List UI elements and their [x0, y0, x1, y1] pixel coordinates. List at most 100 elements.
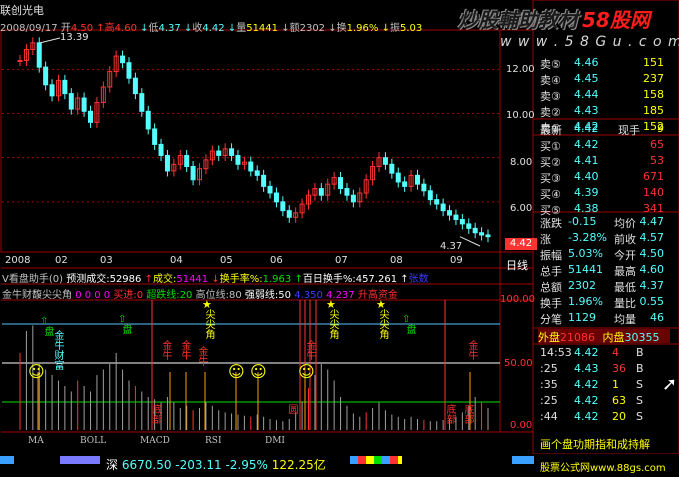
candle-body — [338, 177, 344, 190]
bottom-site-text: 股票公式网www.88gs.com — [540, 463, 666, 474]
candle-body — [81, 97, 87, 112]
amount-value: 2302 — [299, 23, 326, 34]
tick-vol: 4 — [612, 346, 619, 359]
buy-row: 买② 4.41 53 — [538, 153, 670, 169]
date: 2008/09/17 — [0, 23, 58, 34]
last-price: 4.42 — [574, 122, 599, 135]
tick-vol: 63 — [612, 394, 626, 407]
buy-volume: 65 — [650, 138, 664, 151]
candle-body — [36, 42, 42, 68]
candle-body — [427, 190, 433, 201]
tick-price: 4.43 — [574, 362, 599, 375]
candle-body — [68, 93, 74, 110]
stat-value: -0.15 — [568, 215, 597, 228]
stat-value: 1.96% — [568, 295, 603, 308]
x-tick: 07 — [335, 255, 348, 266]
period-label[interactable]: 日线 — [506, 257, 528, 273]
candle-body — [402, 181, 408, 187]
y-tick-6: 6.00 — [510, 203, 533, 214]
now-hand-label: 现手 — [618, 124, 640, 137]
candle-body — [485, 234, 491, 238]
x-tick: 08 — [390, 255, 403, 266]
tick-time: :25 — [540, 362, 558, 375]
sell-price: 4.44 — [574, 88, 599, 101]
candle-body — [190, 166, 196, 181]
sell-row: 卖② 4.43 185 — [538, 103, 670, 119]
sell-row: 卖④ 4.45 237 — [538, 71, 670, 87]
indicator1-header: V看盘助手(0) 预测成交:52986 ↑成交:51441 ↓换手率%:1.96… — [2, 274, 429, 285]
indicator2-header: 金牛财馥尖尖角 0 0 0 0 买进:0 超跌线:20 高位线:80 强弱线:5… — [2, 290, 398, 301]
candle-body — [62, 79, 68, 95]
sell-price: 4.43 — [574, 104, 599, 117]
tab-dmi[interactable]: DMI — [265, 436, 285, 450]
stat-row: 涨跌 -0.15 均价 4.47 — [538, 214, 670, 230]
price-panel-frame — [0, 29, 534, 253]
stat-value: 51441 — [568, 263, 603, 276]
candle-body — [184, 154, 190, 167]
stat-label: 今开 — [614, 249, 636, 262]
sell-volume: 151 — [643, 56, 664, 69]
candle-body — [164, 154, 170, 172]
tick-price: 4.42 — [574, 394, 599, 407]
stat-label: 前收 — [614, 233, 636, 246]
high-value: 4.60 — [114, 23, 137, 34]
buy-level-label: 买① — [540, 140, 561, 153]
now-hand-value: 9 — [657, 122, 664, 135]
sell-level-label: 卖④ — [540, 74, 561, 87]
fortune-label: 金牛财富 — [52, 330, 63, 370]
index-change: -203.11 — [175, 458, 222, 472]
candle-body — [318, 188, 324, 196]
buy-row: 买③ 4.40 671 — [538, 169, 670, 185]
volume-value: 51441 — [246, 23, 279, 34]
x-tick: 05 — [220, 255, 233, 266]
x-tick: 2008 — [5, 255, 31, 266]
candle-body — [17, 60, 23, 62]
tab-ma[interactable]: MA — [28, 436, 44, 450]
candle-body — [158, 143, 164, 156]
tab-macd[interactable]: MACD — [140, 436, 170, 450]
candle-body — [152, 128, 158, 145]
sell-price: 4.45 — [574, 72, 599, 85]
bottom-corner-text: 画个盘功期指和成持解 — [540, 438, 650, 451]
stat-value: 4.47 — [639, 215, 665, 228]
buy-volume: 671 — [643, 170, 664, 183]
smiley-icon: ☺ — [298, 362, 315, 381]
sell-level-label: 卖⑤ — [540, 58, 561, 71]
y-tick-8: 8.00 — [510, 157, 533, 168]
status-indicator-strip — [350, 456, 402, 464]
status-block-left — [0, 456, 14, 464]
amplitude-value: 5.03 — [399, 23, 423, 34]
x-tick: 09 — [450, 255, 463, 266]
stat-value: 0.55 — [639, 295, 665, 308]
tick-vol: 1 — [612, 378, 619, 391]
stat-value: 46 — [650, 311, 664, 324]
tab-boll[interactable]: BOLL — [80, 436, 106, 450]
gold-signal-label: 金牛 — [196, 346, 207, 366]
buy-row: 买④ 4.39 140 — [538, 185, 670, 201]
buy-level-label: 买② — [540, 156, 561, 169]
outer-inner-bar: 外盘21086 内盘30355 — [538, 329, 670, 344]
candle-body — [229, 148, 235, 156]
stat-value: 4.37 — [639, 279, 665, 292]
plate-signal-label: 盘 — [120, 324, 131, 334]
candle-body — [479, 232, 485, 236]
watermark-brand: 58股网 — [582, 8, 650, 32]
stat-row: 总额 2302 最低 4.37 — [538, 278, 670, 294]
star-signal-label: 尖尖角 — [327, 309, 338, 339]
tab-rsi[interactable]: RSI — [205, 436, 222, 450]
candle-body — [434, 199, 440, 205]
tick-side: S — [636, 410, 643, 423]
buy-price: 4.40 — [574, 170, 599, 183]
candle-body — [49, 84, 55, 97]
stat-row: 振幅 5.03% 今开 4.50 — [538, 246, 670, 262]
stat-row: 分笔 1129 均量 46 — [538, 310, 670, 326]
ind-y-50: 50.00 — [504, 358, 533, 369]
candle-body — [447, 210, 453, 216]
candle-body — [344, 188, 350, 196]
tick-time: :25 — [540, 394, 558, 407]
status-block-right — [512, 456, 534, 464]
buy-volume: 53 — [650, 154, 664, 167]
index-quote[interactable]: 深 6670.50 -203.11 -2.95% 122.25亿 — [106, 456, 326, 473]
stat-value: 4.57 — [639, 231, 665, 244]
last-label: 最新 — [540, 124, 562, 137]
